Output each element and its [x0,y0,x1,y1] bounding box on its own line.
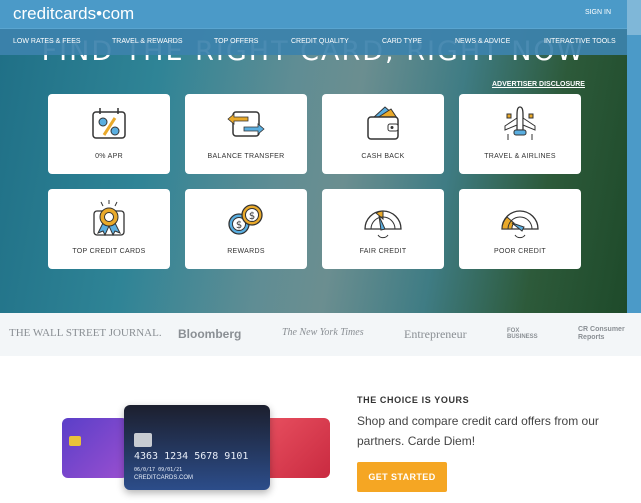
tile-label: 0% APR [95,153,123,160]
airplane-icon [504,106,536,140]
logo-fox-business: FOX BUSINESS [507,328,538,340]
tile-label: CASH BACK [361,153,405,160]
gauge-poor-icon [501,210,539,239]
gauge-fair-icon [364,210,402,239]
logo-nyt: The New York Times [282,327,364,338]
tile-poor-credit[interactable]: POOR CREDIT [459,189,581,269]
tile-fair-credit[interactable]: FAIR CREDIT [322,189,444,269]
tile-balance-transfer[interactable]: BALANCE TRANSFER [185,94,307,174]
purple-card [62,418,128,478]
site-logo[interactable]: creditcards•com [13,4,134,24]
wallet-icon [367,106,399,140]
promo-heading: THE CHOICE IS YOURS [357,395,470,405]
red-card [263,418,330,478]
chip-icon [69,436,81,446]
advertiser-disclosure-link[interactable]: ADVERTISER DISCLOSURE [492,81,585,88]
nav-news-advice[interactable]: NEWS & ADVICE [455,38,510,45]
tile-0-apr[interactable]: 0% APR [48,94,170,174]
main-nav: LOW RATES & FEES TRAVEL & REWARDS TOP OF… [0,28,627,55]
scrollbar-thumb[interactable] [627,35,641,313]
calendar-percent-icon [92,108,126,139]
promo-text: Shop and compare credit card offers from… [357,414,599,448]
tile-label: POOR CREDIT [494,248,546,255]
logo-wsj: THE WALL STREET JOURNAL. [9,327,162,339]
nav-top-offers[interactable]: TOP OFFERS [214,38,258,45]
nav-card-type[interactable]: CARD TYPE [382,38,422,45]
sign-in-link[interactable]: SIGN IN [585,9,611,16]
nav-interactive-tools[interactable]: INTERACTIVE TOOLS [544,38,616,45]
nav-credit-quality[interactable]: CREDIT QUALITY [291,38,349,45]
nav-low-rates-fees[interactable]: LOW RATES & FEES [13,38,81,45]
nav-travel-rewards[interactable]: TRAVEL & REWARDS [112,38,183,45]
card-number: 4363 1234 5678 9101 [134,451,249,462]
card-brand: CREDITCARDS.COM [134,475,194,481]
chip-icon [134,433,152,447]
award-ribbon-icon [93,200,125,237]
svg-text:$: $ [249,211,255,222]
tile-top-credit-cards[interactable]: TOP CREDIT CARDS [48,189,170,269]
coins-icon: $$ [228,204,263,235]
tile-travel-airlines[interactable]: TRAVEL & AIRLINES [459,94,581,174]
blue-card: 4363 1234 5678 9101 06/0/17 09/01/21 CRE… [124,405,270,490]
tile-label: FAIR CREDIT [359,248,407,255]
scrollbar[interactable] [627,0,641,313]
tile-label: BALANCE TRANSFER [207,153,285,160]
logo-bloomberg: Bloomberg [178,327,242,341]
card-dates: 06/0/17 09/01/21 [134,467,183,473]
get-started-button[interactable]: GET STARTED [357,462,447,492]
tile-label: TRAVEL & AIRLINES [484,153,556,160]
svg-text:$: $ [236,220,242,231]
press-logos: THE WALL STREET JOURNAL. Bloomberg The N… [0,313,641,356]
logo-entrepreneur: Entrepreneur [404,327,467,341]
tile-label: TOP CREDIT CARDS [72,248,146,255]
logo-consumer-reports: CR Consumer Reports [578,326,625,341]
tile-rewards[interactable]: $ $ REWARDS [185,189,307,269]
transfer-arrows-icon [227,111,265,137]
tile-label: REWARDS [227,248,265,255]
site-header: creditcards•com SIGN IN [0,0,627,28]
tile-cash-back[interactable]: CASH BACK [322,94,444,174]
